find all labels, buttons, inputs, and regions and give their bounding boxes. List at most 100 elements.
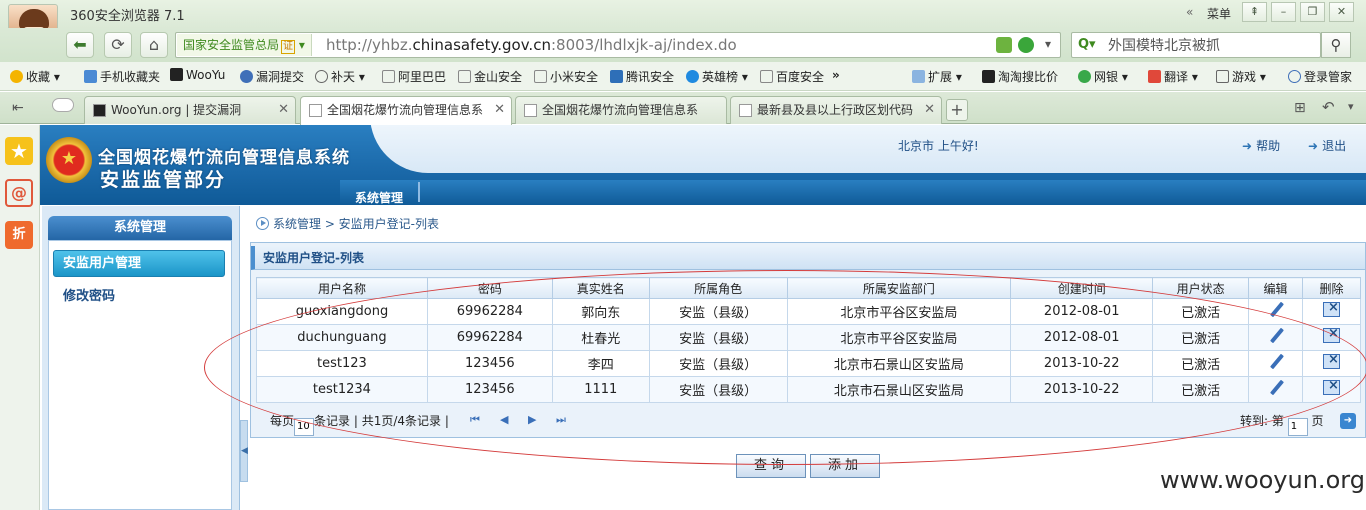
help-link[interactable]: ➜ 帮助 (1242, 137, 1280, 154)
cell-status: 已激活 (1152, 324, 1250, 351)
sidebar-item-user-management[interactable]: 安监用户管理 (53, 250, 225, 277)
edit-pencil-icon[interactable] (1268, 302, 1284, 318)
national-emblem-icon: ★ (46, 137, 92, 183)
favorites-star-icon[interactable]: ★ (5, 137, 33, 165)
bookmark-item[interactable]: 补天 ▾ (315, 68, 365, 85)
site-identity[interactable]: 国家安全监管总局证 ▾ (177, 34, 312, 56)
cell-department: 北京市平谷区安监局 (786, 324, 1012, 351)
close-window-button[interactable]: ✕ (1329, 2, 1354, 22)
panel-title: 安监用户登记-列表 (251, 246, 1365, 270)
cloud-icon[interactable] (52, 98, 74, 112)
bookmark-item[interactable]: 漏洞提交 (240, 68, 304, 85)
bookmark-label: 游戏 (1232, 70, 1257, 84)
logout-link[interactable]: ➜ 退出 (1308, 137, 1346, 154)
tab-menu-chevron-icon[interactable]: ▾ (1348, 100, 1354, 113)
bookmark-item[interactable]: 小米安全 (534, 68, 598, 85)
bookmark-item[interactable]: 腾讯安全 (610, 68, 674, 85)
search-button[interactable]: ⚲ (1321, 32, 1351, 58)
page-icon (458, 70, 471, 83)
close-tab-icon[interactable]: ✕ (278, 97, 289, 123)
topnav-system-management[interactable]: 系统管理 (355, 189, 403, 206)
undo-close-icon[interactable]: ↶ (1322, 98, 1335, 116)
pin-icon[interactable]: ⇞ (1242, 2, 1267, 22)
last-page-icon[interactable]: ⏭ (556, 414, 568, 426)
bookmark-item[interactable]: 阿里巴巴 (382, 68, 446, 85)
query-button[interactable]: 查询 (736, 454, 806, 478)
tab-item[interactable]: 最新县及县以上行政区划代码 ✕ (730, 96, 942, 124)
phone-icon (84, 70, 97, 83)
delete-icon[interactable] (1322, 378, 1340, 395)
ie-mode-icon[interactable] (1018, 37, 1034, 53)
tab-list-icon[interactable]: ⊞ (1294, 100, 1306, 116)
first-page-icon[interactable]: ⏮ (470, 414, 482, 426)
dropdown-chevron-icon[interactable]: ▾ (1040, 37, 1056, 53)
home-button[interactable]: ⌂ (140, 32, 168, 58)
refresh-button[interactable]: ⟳ (104, 32, 132, 58)
bookmark-label: 手机收藏夹 (100, 70, 161, 84)
goto-page-input[interactable] (1287, 417, 1308, 436)
mail-icon[interactable]: @ (5, 179, 33, 207)
new-tab-button[interactable]: + (946, 99, 968, 121)
search-input[interactable] (1108, 36, 1314, 54)
page-favicon-icon (309, 104, 322, 117)
next-page-icon[interactable]: ▶ (528, 414, 540, 426)
sidebar-item-change-password[interactable]: 修改密码 (63, 285, 115, 304)
extension-item[interactable]: 登录管家 (1288, 68, 1352, 85)
extension-item[interactable]: 网银 ▾ (1078, 68, 1128, 85)
bookmark-item[interactable]: 英雄榜 ▾ (686, 68, 748, 85)
bookmark-item[interactable]: 百度安全 (760, 68, 824, 85)
edit-pencil-icon[interactable] (1268, 328, 1284, 344)
url-text[interactable]: http://yhbz.chinasafety.gov.cn:8003/lhdl… (326, 36, 737, 54)
minimize-button[interactable]: – (1271, 2, 1296, 22)
extension-item[interactable]: 游戏 ▾ (1216, 68, 1266, 85)
extensions-menu[interactable]: 扩展 ▾ (912, 68, 962, 85)
per-page-input[interactable] (294, 417, 315, 436)
tab-back-icon[interactable]: ⇤ (12, 100, 24, 116)
url-domain: chinasafety.gov.cn (412, 36, 551, 54)
bookmark-item[interactable]: WooYu (170, 68, 225, 82)
delete-icon[interactable] (1322, 300, 1340, 317)
tab-active[interactable]: 全国烟花爆竹流向管理信息系 ✕ (300, 96, 512, 125)
bookmark-label: 补天 (331, 70, 356, 84)
more-bookmarks-icon[interactable]: » (832, 68, 840, 82)
close-tab-icon[interactable]: ✕ (494, 97, 505, 123)
search-box[interactable]: Q▾ (1071, 32, 1321, 58)
go-page-button[interactable]: ➜ (1340, 413, 1356, 429)
cell-status: 已激活 (1152, 298, 1250, 325)
table-row: test123 123456 李四 安监（县级） 北京市石景山区安监局 2013… (256, 350, 1362, 377)
grid-icon (912, 70, 925, 83)
tab-wooyun[interactable]: WooYun.org | 提交漏洞 ✕ (84, 96, 296, 124)
discount-cart-icon[interactable]: 折 (5, 221, 33, 249)
browser-menu-button[interactable]: 菜单 (1207, 5, 1231, 22)
bookmark-item[interactable]: 金山安全 (458, 68, 522, 85)
address-bar[interactable]: 国家安全监管总局证 ▾ http://yhbz.chinasafety.gov.… (175, 32, 1061, 58)
prev-page-icon[interactable]: ◀ (500, 414, 512, 426)
edit-pencil-icon[interactable] (1268, 354, 1284, 370)
restore-button[interactable]: ❐ (1300, 2, 1325, 22)
shield-icon (240, 70, 253, 83)
cell-real-name: 李四 (551, 350, 650, 377)
edit-pencil-icon[interactable] (1268, 380, 1284, 396)
qrcode-icon[interactable] (996, 37, 1012, 53)
collapse-sidebar-handle[interactable]: ◀ (240, 420, 248, 482)
help-label: 帮助 (1256, 139, 1281, 153)
delete-icon[interactable] (1322, 326, 1340, 343)
tab-label: 最新县及县以上行政区划代码 (757, 103, 914, 117)
edit-cell (1248, 350, 1303, 377)
goto-page-control: 转到: 第 页 (1240, 412, 1324, 436)
bookmark-item[interactable]: 手机收藏夹 (84, 68, 160, 85)
back-button[interactable]: ⬅ (66, 32, 94, 58)
extension-item[interactable]: 翻译 ▾ (1148, 68, 1198, 85)
chevrons-icon[interactable]: « (1186, 5, 1193, 19)
extension-item[interactable]: 淘淘搜比价 (982, 68, 1058, 85)
per-page-prefix: 每页 (270, 414, 295, 428)
delete-icon[interactable] (1322, 352, 1340, 369)
page-icon (760, 70, 773, 83)
tab-item[interactable]: 全国烟花爆竹流向管理信息系 (515, 96, 727, 124)
bookmark-label: 小米安全 (550, 70, 599, 84)
bookmark-favorites[interactable]: 收藏 ▾ (10, 68, 60, 85)
close-tab-icon[interactable]: ✕ (924, 97, 935, 123)
search-engine-icon[interactable]: Q▾ (1078, 37, 1096, 52)
add-button[interactable]: 添加 (810, 454, 880, 478)
window-controls: ⇞ – ❐ ✕ (1242, 2, 1354, 22)
